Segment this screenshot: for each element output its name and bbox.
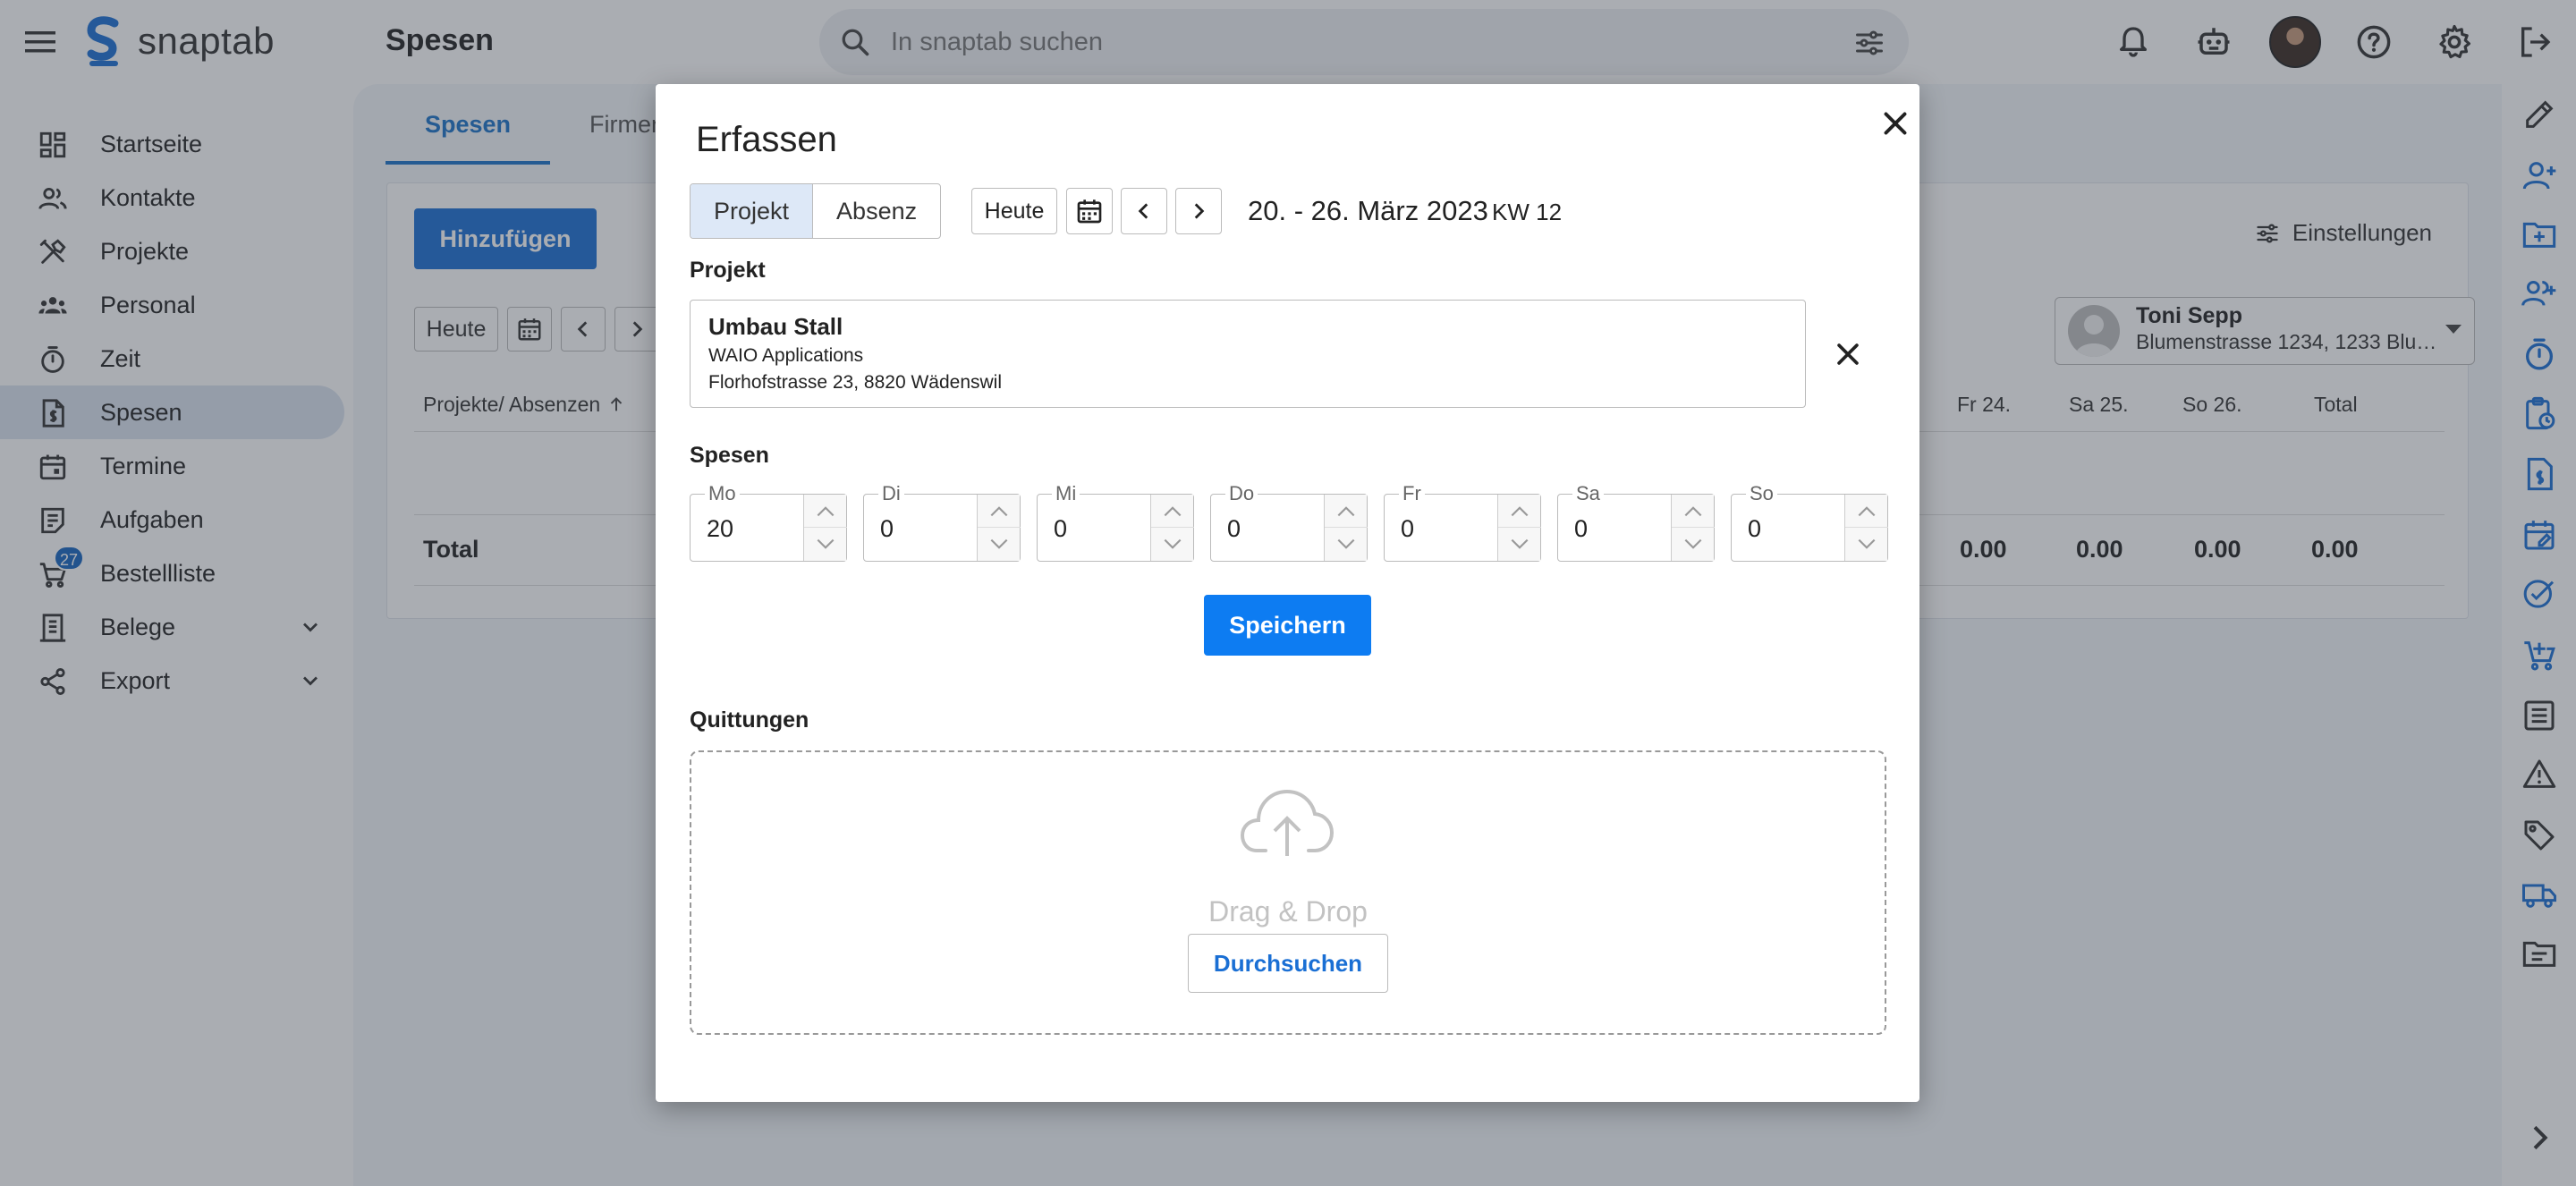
dialog-next-week-button[interactable] (1175, 188, 1222, 234)
save-button[interactable]: Speichern (1204, 595, 1371, 656)
day-field-di: Di (863, 484, 1021, 562)
project-field[interactable]: Umbau Stall WAIO Applications Florhofstr… (690, 300, 1806, 408)
day-input-so[interactable] (1748, 511, 1837, 546)
day-stepper (1844, 495, 1888, 561)
day-label: Mo (705, 484, 740, 504)
day-label: So (1746, 484, 1777, 504)
day-input-sa[interactable] (1574, 511, 1664, 546)
receipt-dropzone[interactable]: Drag & Drop Durchsuchen (690, 750, 1886, 1035)
day-input-mi[interactable] (1054, 511, 1143, 546)
dialog-previous-week-button[interactable] (1121, 188, 1167, 234)
day-stepper (977, 495, 1021, 561)
type-toggle: Projekt Absenz (690, 183, 942, 239)
chevron-up-icon[interactable] (1498, 495, 1541, 528)
project-address: Florhofstrasse 23, 8820 Wädenswil (708, 372, 1002, 393)
cloud-upload-icon (1241, 789, 1334, 856)
close-icon[interactable] (1870, 98, 1920, 148)
chevron-up-icon[interactable] (1672, 495, 1715, 528)
chevron-down-icon[interactable] (1845, 528, 1888, 561)
dropzone-text: Drag & Drop (1208, 895, 1368, 928)
expenses-label: Spesen (690, 443, 769, 468)
toggle-absence[interactable]: Absenz (813, 184, 940, 238)
capture-dialog: Erfassen Projekt Absenz Heute 20. - 26. … (656, 84, 1919, 1102)
day-field-do: Do (1210, 484, 1368, 562)
day-input-fr[interactable] (1401, 511, 1490, 546)
chevron-down-icon[interactable] (1325, 528, 1368, 561)
date-range: 20. - 26. März 2023 (1248, 195, 1488, 226)
day-stepper (1671, 495, 1715, 561)
dialog-title: Erfassen (696, 120, 837, 159)
chevron-up-icon[interactable] (1325, 495, 1368, 528)
chevron-up-icon[interactable] (804, 495, 847, 528)
project-label: Projekt (690, 258, 766, 283)
chevron-up-icon[interactable] (1151, 495, 1194, 528)
day-label: Do (1225, 484, 1258, 504)
receipts-label: Quittungen (690, 707, 809, 733)
day-field-mo: Mo (690, 484, 847, 562)
chevron-right-icon (1194, 203, 1205, 219)
toggle-project[interactable]: Projekt (691, 184, 814, 238)
clear-project-icon[interactable] (1828, 335, 1868, 374)
chevron-left-icon (1138, 203, 1148, 219)
calendar-week: KW 12 (1492, 199, 1563, 225)
day-label: Sa (1572, 484, 1604, 504)
chevron-down-icon[interactable] (1498, 528, 1541, 561)
chevron-down-icon[interactable] (1672, 528, 1715, 561)
day-label: Mi (1052, 484, 1080, 504)
chevron-up-icon[interactable] (1845, 495, 1888, 528)
project-company: WAIO Applications (708, 345, 864, 366)
chevron-down-icon[interactable] (804, 528, 847, 561)
day-stepper (1497, 495, 1541, 561)
day-stepper (1324, 495, 1368, 561)
dialog-calendar-button[interactable] (1066, 188, 1113, 234)
chevron-up-icon[interactable] (978, 495, 1021, 528)
browse-button[interactable]: Durchsuchen (1188, 934, 1388, 993)
day-input-mo[interactable] (707, 511, 796, 546)
dialog-today-button[interactable]: Heute (971, 188, 1057, 234)
day-field-fr: Fr (1384, 484, 1541, 562)
day-stepper (803, 495, 847, 561)
day-label: Fr (1399, 484, 1425, 504)
chevron-down-icon[interactable] (978, 528, 1021, 561)
day-label: Di (878, 484, 904, 504)
project-name: Umbau Stall (708, 313, 843, 340)
day-input-di[interactable] (880, 511, 970, 546)
day-field-sa: Sa (1557, 484, 1715, 562)
day-input-do[interactable] (1227, 511, 1317, 546)
calendar-icon (1077, 199, 1102, 224)
day-field-mi: Mi (1037, 484, 1194, 562)
day-stepper (1150, 495, 1194, 561)
chevron-down-icon[interactable] (1151, 528, 1194, 561)
day-field-so: So (1731, 484, 1888, 562)
